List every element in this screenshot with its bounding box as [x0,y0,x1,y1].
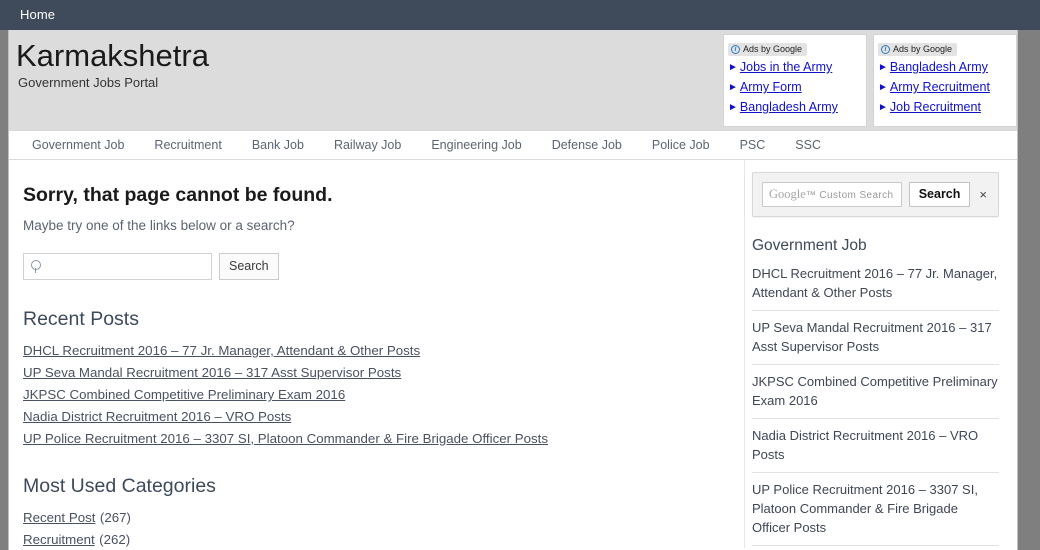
gcse-placeholder-rest: Custom Search [819,189,894,201]
sidebar-post-link[interactable]: Nadia District Recruitment 2016 – VRO Po… [752,426,999,464]
sidebar-post-link[interactable]: JKPSC Combined Competitive Preliminary E… [752,372,999,410]
category-count: (262) [99,531,131,547]
site-title: Karmakshetra [16,38,209,73]
sidebar-post-link[interactable]: UP Seva Mandal Recruitment 2016 – 317 As… [752,318,999,356]
nav-item-recruitment[interactable]: Recruitment [139,137,236,153]
ad-unit[interactable]: i Ads by Google ► Bangladesh Army ► Army R… [873,34,1017,127]
list-item: Recent Post (267) [23,508,726,528]
ad-link[interactable]: ► Jobs in the Army [728,59,862,76]
triangle-right-icon: ► [878,102,888,113]
page-title: Sorry, that page cannot be found. [23,184,333,206]
list-item: DHCL Recruitment 2016 – 77 Jr. Manager, … [23,341,726,361]
sidebar-post-link[interactable]: DHCL Recruitment 2016 – 77 Jr. Manager, … [752,264,999,302]
search-form: Search [23,253,726,280]
ad-link-label: Jobs in the Army [739,60,833,74]
triangle-right-icon: ► [728,82,738,93]
list-item: TMC Recruitment 2016 – 157 Nurse A, Scie… [752,546,999,550]
header-ads: i Ads by Google ► Jobs in the Army ► Army … [723,34,1017,127]
list-item: JKPSC Combined Competitive Preliminary E… [23,385,726,405]
list-item: Nadia District Recruitment 2016 – VRO Po… [752,419,999,473]
recent-post-link[interactable]: JKPSC Combined Competitive Preliminary E… [23,387,345,402]
list-item: UP Police Recruitment 2016 – 3307 SI, Pl… [752,473,999,546]
ads-badge-label: Ads by Google [743,44,803,54]
nav-item-psc[interactable]: PSC [725,137,781,153]
ad-link-label: Bangladesh Army [739,100,838,114]
nav-item-defense-job[interactable]: Defense Job [537,137,637,153]
recent-post-link[interactable]: Nadia District Recruitment 2016 – VRO Po… [23,409,291,424]
topbar-home-link[interactable]: Home [20,6,55,24]
nav-item-police-job[interactable]: Police Job [637,137,725,153]
gcse-placeholder: Google™ Custom Search [769,186,894,202]
list-item: UP Police Recruitment 2016 – 3307 SI, Pl… [23,429,726,449]
ad-link-label: Army Form [739,80,802,94]
list-item: UP Seva Mandal Recruitment 2016 – 317 As… [23,363,726,383]
category-link[interactable]: Recruitment [23,532,95,547]
triangle-right-icon: ► [878,62,888,73]
most-used-categories-heading: Most Used Categories [23,475,216,497]
list-item: DHCL Recruitment 2016 – 77 Jr. Manager, … [752,264,999,311]
triangle-right-icon: ► [728,62,738,73]
top-bar-inner: Home [8,0,1018,30]
nav-item-railway-job[interactable]: Railway Job [319,137,416,153]
site-header: Karmakshetra Government Jobs Portal i Ad… [9,30,1017,130]
recent-post-link[interactable]: UP Police Recruitment 2016 – 3307 SI, Pl… [23,431,548,446]
main-column: Sorry, that page cannot be found. Maybe … [9,160,744,548]
ad-link-label: Army Recruitment [889,80,990,94]
triangle-right-icon: ► [878,82,888,93]
list-item: Nadia District Recruitment 2016 – VRO Po… [23,407,726,427]
nav-item-government-job[interactable]: Government Job [17,137,139,153]
site-tagline: Government Jobs Portal [18,75,159,90]
list-item: Recruitment (262) [23,530,726,550]
nav-item-ssc[interactable]: SSC [780,137,836,153]
info-icon: i [881,45,890,54]
category-count: (267) [99,510,131,525]
triangle-right-icon: ► [728,102,738,113]
ads-badge-label: Ads by Google [893,44,953,54]
category-link[interactable]: Recent Post [23,510,95,525]
sidebar-heading-government-job: Government Job [752,237,867,254]
ad-link[interactable]: ► Army Recruitment [878,79,1012,96]
close-icon[interactable]: × [977,187,989,202]
recent-posts-heading: Recent Posts [23,308,139,330]
search-icon [31,260,44,273]
recent-post-link[interactable]: DHCL Recruitment 2016 – 77 Jr. Manager, … [23,343,420,358]
page-subtitle: Maybe try one of the links below or a se… [23,218,295,233]
google-wordmark: Google [769,186,806,201]
ad-link-label: Bangladesh Army [889,60,988,74]
nav-item-bank-job[interactable]: Bank Job [237,137,319,153]
ad-link[interactable]: ► Army Form [728,79,862,96]
ads-by-google-badge[interactable]: i Ads by Google [728,43,808,56]
ad-link[interactable]: ► Job Recruitment [878,99,1012,116]
recent-posts-list: DHCL Recruitment 2016 – 77 Jr. Manager, … [23,341,726,449]
ad-unit[interactable]: i Ads by Google ► Jobs in the Army ► Army … [723,34,867,127]
top-bar: Home [0,0,1040,30]
info-icon: i [731,45,740,54]
ad-link-label: Job Recruitment [889,100,981,114]
ad-link[interactable]: ► Bangladesh Army [878,59,1012,76]
gcse-tm: ™ [805,189,817,201]
site-frame: Karmakshetra Government Jobs Portal i Ad… [8,30,1018,550]
ads-by-google-badge[interactable]: i Ads by Google [878,43,958,56]
gcse-search-input[interactable]: Google™ Custom Search [762,182,902,207]
sidebar: Google™ Custom Search Search × Governmen… [744,160,1017,548]
page-root: Home Karmakshetra Government Jobs Portal… [0,0,1040,550]
content-area: Sorry, that page cannot be found. Maybe … [9,160,1017,548]
sidebar-post-link[interactable]: UP Police Recruitment 2016 – 3307 SI, Pl… [752,480,999,537]
ad-link[interactable]: ► Bangladesh Army [728,99,862,116]
nav-item-engineering-job[interactable]: Engineering Job [416,137,536,153]
most-used-categories-list: Recent Post (267) Recruitment (262) Gove… [23,508,726,550]
recent-post-link[interactable]: UP Seva Mandal Recruitment 2016 – 317 As… [23,365,401,380]
google-custom-search-widget: Google™ Custom Search Search × [752,172,999,217]
sidebar-post-list: DHCL Recruitment 2016 – 77 Jr. Manager, … [752,264,999,550]
search-input[interactable] [23,253,212,280]
gcse-search-button[interactable]: Search [908,182,971,207]
list-item: UP Seva Mandal Recruitment 2016 – 317 As… [752,311,999,365]
primary-nav: Government Job Recruitment Bank Job Rail… [9,130,1017,160]
search-button[interactable]: Search [219,253,279,280]
list-item: JKPSC Combined Competitive Preliminary E… [752,365,999,419]
